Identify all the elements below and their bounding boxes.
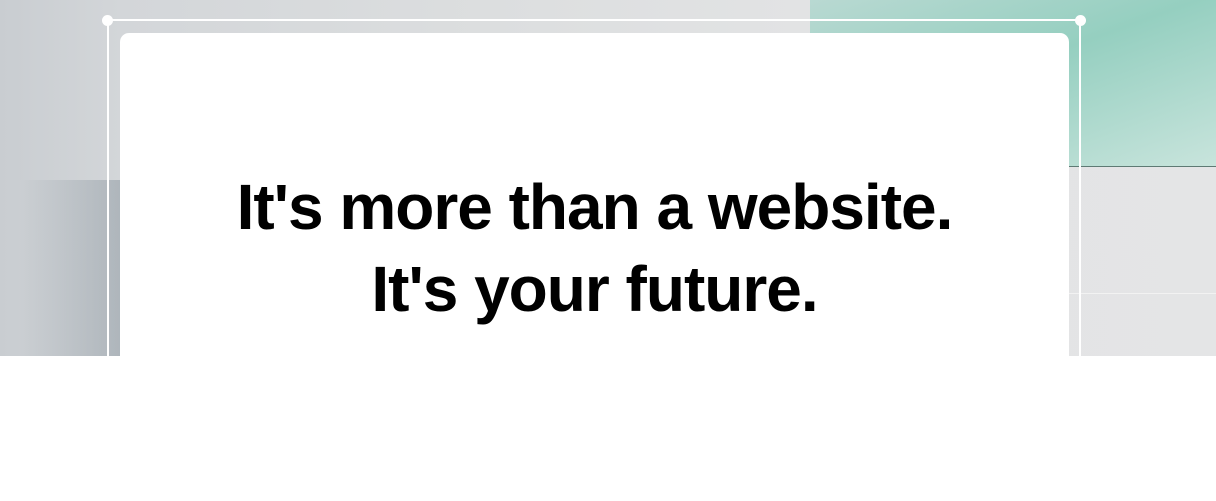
headline-line-1: It's more than a website.	[236, 171, 954, 243]
frame-line-right	[1079, 19, 1081, 356]
hero-headline: It's more than a website. It's your futu…	[120, 166, 1069, 330]
frame-corner-dot	[102, 15, 113, 26]
background-shadow	[20, 180, 120, 356]
headline-line-2: It's your future.	[371, 253, 818, 325]
frame-line-left	[107, 19, 109, 356]
frame-line-top	[107, 19, 1081, 21]
frame-corner-dot	[1075, 15, 1086, 26]
